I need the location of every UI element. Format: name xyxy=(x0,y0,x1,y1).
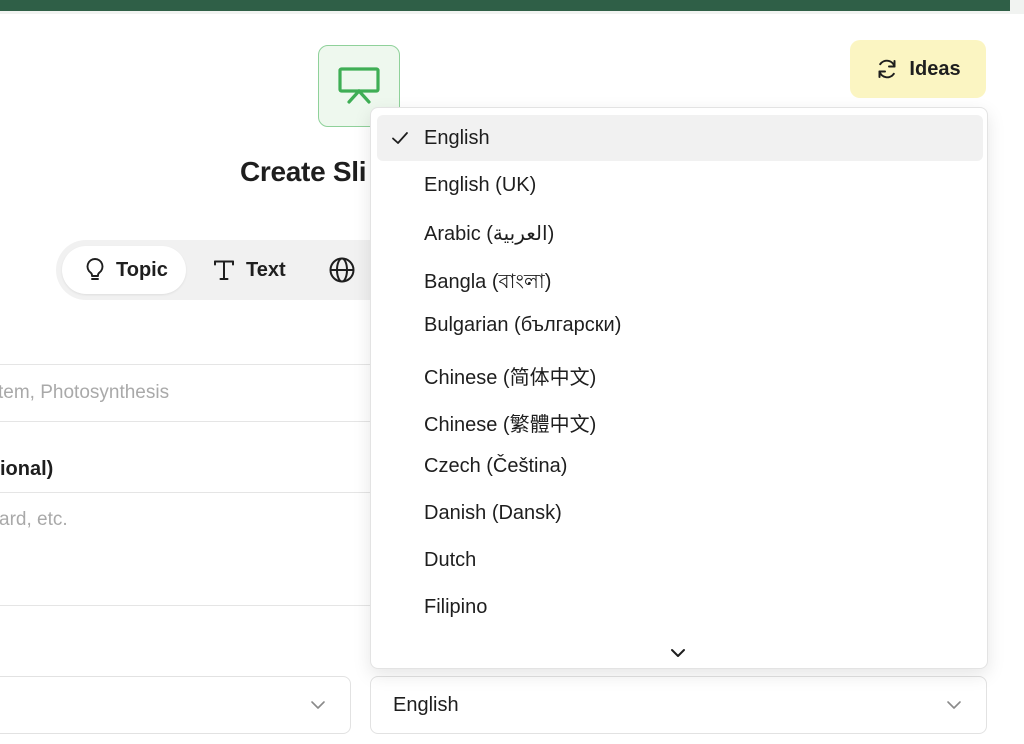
language-option-label: Bangla (বাংলা) xyxy=(424,271,552,293)
notes-field-bottom-border xyxy=(0,605,370,606)
mode-tabs: Topic Text xyxy=(56,240,416,300)
language-option[interactable]: Chinese (繁體中文) xyxy=(377,396,983,442)
language-option-label: Arabic (العربية) xyxy=(424,223,555,245)
optional-label: ional) xyxy=(0,458,54,480)
text-icon xyxy=(214,260,234,280)
language-option[interactable]: Dutch xyxy=(377,537,983,583)
topic-input[interactable]: tem, Photosynthesis xyxy=(0,382,169,404)
language-option[interactable]: Czech (Čeština) xyxy=(377,443,983,489)
tab-topic-label: Topic xyxy=(116,258,168,281)
refresh-icon xyxy=(878,59,896,79)
language-option-label: Dutch xyxy=(424,549,477,571)
language-select-value: English xyxy=(393,694,459,716)
language-option-label: English xyxy=(424,127,490,149)
language-option[interactable]: English xyxy=(377,115,983,161)
left-select[interactable] xyxy=(0,676,351,734)
page-title: Create Sli xyxy=(240,156,367,187)
language-dropdown: English English (UK) Arabic (العربية) Ba… xyxy=(370,107,988,669)
language-option-label: Bulgarian (български) xyxy=(424,314,622,336)
language-option-label: Filipino xyxy=(424,596,488,618)
language-option[interactable]: English (UK) xyxy=(377,162,983,208)
language-option[interactable]: Arabic (العربية) xyxy=(377,209,983,255)
language-option-label: Chinese (繁體中文) xyxy=(424,414,597,436)
ideas-label: Ideas xyxy=(909,57,961,80)
tab-web[interactable] xyxy=(328,246,366,294)
app-page: Create Sli Ideas Topic Text tem, Photosy… xyxy=(0,0,1024,744)
language-option[interactable]: Chinese (简体中文) xyxy=(377,349,983,395)
chevron-down-icon xyxy=(947,701,961,709)
language-option[interactable]: Bangla (বাংলা) xyxy=(377,255,983,301)
language-option-label: Danish (Dansk) xyxy=(424,502,562,524)
language-option[interactable]: Danish (Dansk) xyxy=(377,490,983,536)
language-option[interactable]: Bulgarian (български) xyxy=(377,302,983,348)
chevron-down-icon xyxy=(311,701,325,709)
language-option-label: English (UK) xyxy=(424,174,537,196)
tab-text[interactable]: Text xyxy=(212,246,286,294)
globe-icon xyxy=(329,257,355,283)
language-option-label: Chinese (简体中文) xyxy=(424,367,597,389)
language-select[interactable]: English xyxy=(370,676,987,734)
language-option[interactable]: Filipino xyxy=(377,584,983,630)
tab-topic[interactable]: Topic xyxy=(62,246,186,294)
notes-field-top-border xyxy=(0,492,370,493)
tab-text-label: Text xyxy=(246,258,286,281)
topic-field-top-border xyxy=(0,364,370,365)
notes-input[interactable]: ard, etc. xyxy=(0,509,68,531)
language-option-label: Czech (Čeština) xyxy=(424,455,568,477)
presentation-icon xyxy=(338,67,380,104)
lightbulb-icon xyxy=(86,258,104,280)
topic-field-bottom-border xyxy=(0,421,370,422)
accent-stripe xyxy=(0,0,1010,11)
ideas-button[interactable]: Ideas xyxy=(850,40,986,98)
scroll-down-chevron-icon[interactable] xyxy=(669,644,687,662)
top-accent-bar xyxy=(0,0,1024,14)
check-icon xyxy=(392,132,408,144)
